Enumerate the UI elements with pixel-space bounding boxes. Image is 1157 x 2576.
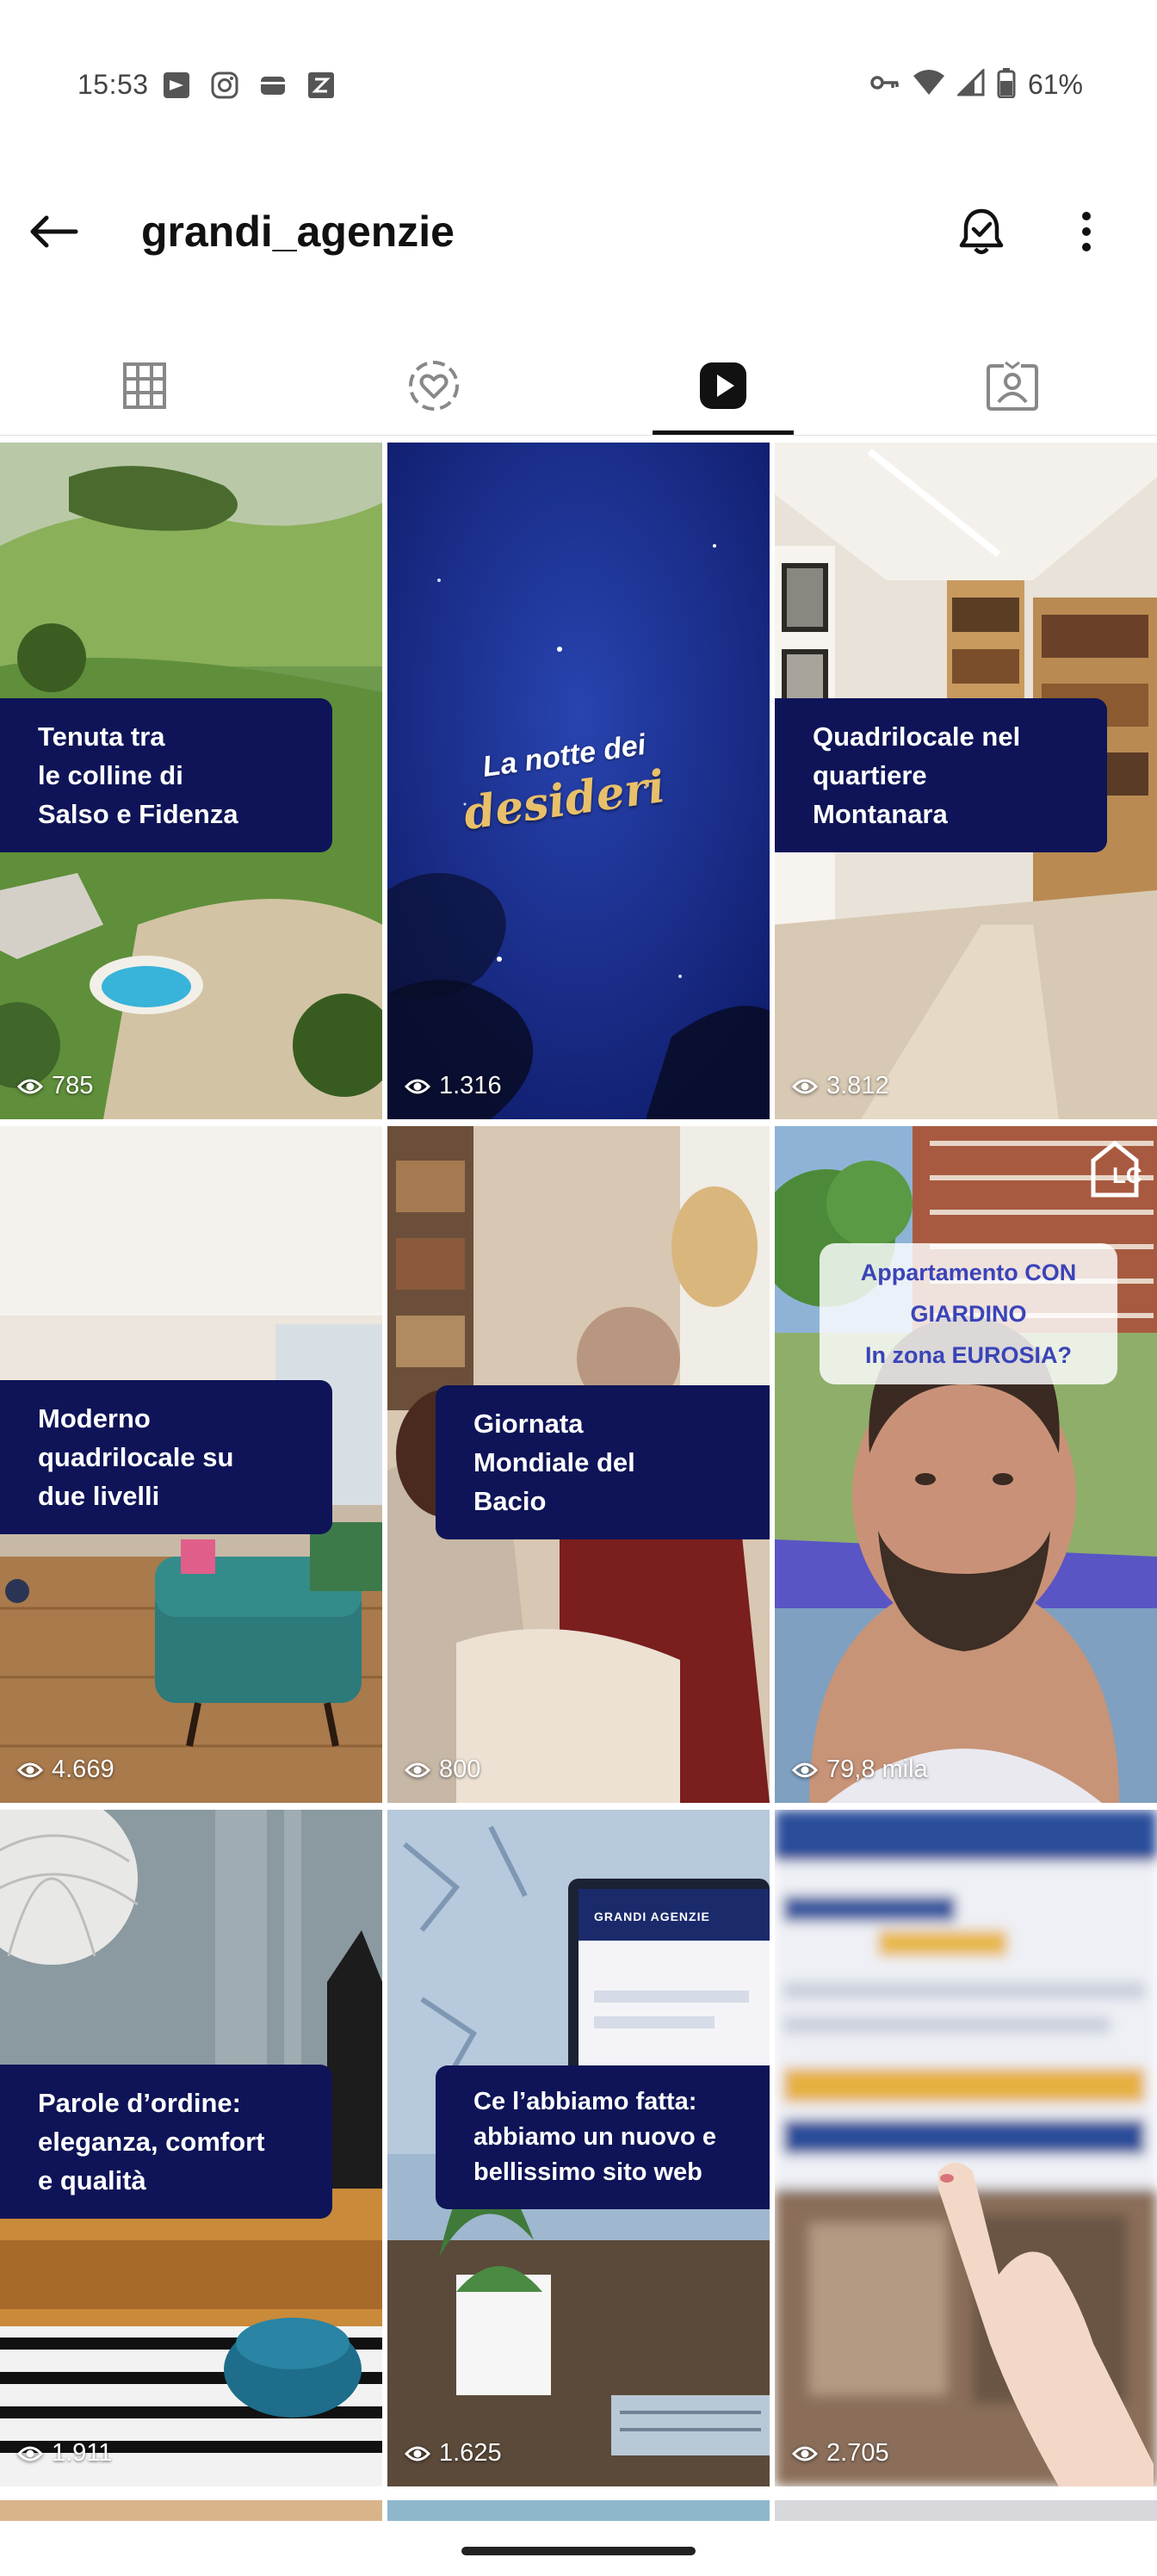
view-count: 800 xyxy=(405,1756,480,1784)
back-arrow-icon xyxy=(30,215,78,248)
view-count-value: 1.911 xyxy=(52,2439,113,2467)
reel-tile[interactable]: Moderno quadrilocale su due livelli 4.66… xyxy=(0,1126,382,1803)
screen-brand: GRANDI AGENZIE xyxy=(594,1910,710,1923)
view-count-value: 2.705 xyxy=(826,2439,889,2467)
reel-tile[interactable]: Giornata Mondiale del Bacio 800 xyxy=(387,1126,770,1803)
eye-icon xyxy=(405,1079,430,1093)
reel-caption: Parole d’ordine: eleganza, comfort e qua… xyxy=(0,2065,332,2219)
view-count-value: 1.316 xyxy=(439,1072,502,1099)
status-time: 15:53 xyxy=(77,69,149,100)
reel-thumbnail xyxy=(775,1126,1157,1803)
tab-reels[interactable] xyxy=(578,336,868,436)
reel-caption: Tenuta tra le colline di Salso e Fidenza xyxy=(0,698,332,852)
view-count-value: 1.625 xyxy=(439,2439,502,2467)
back-button[interactable] xyxy=(19,201,88,262)
reel-tile[interactable]: Parole d’ordine: eleganza, comfort e qua… xyxy=(0,1810,382,2486)
eye-icon xyxy=(792,2446,818,2461)
view-count-value: 800 xyxy=(439,1756,481,1783)
notifications-button[interactable] xyxy=(947,201,1016,262)
wallet-icon xyxy=(257,69,289,102)
signal-icon xyxy=(956,67,985,101)
reel-tile[interactable]: La notte dei desideri 1.316 xyxy=(387,443,770,1119)
agency-logo: LC xyxy=(1112,1162,1142,1188)
bell-check-icon xyxy=(959,208,1004,255)
app-header: grandi_agenzie xyxy=(0,172,1157,293)
reel-overlay-bubble: Appartamento CON GIARDINO In zona EUROSI… xyxy=(820,1243,1117,1384)
reel-tile[interactable]: 2.705 xyxy=(775,1810,1157,2486)
view-count: 3.812 xyxy=(792,1072,889,1100)
eye-icon xyxy=(17,2446,43,2461)
view-count-value: 3.812 xyxy=(826,1072,889,1099)
view-count-value: 785 xyxy=(52,1072,94,1099)
reel-tile[interactable]: Quadrilocale nel quartiere Montanara 3.8… xyxy=(775,443,1157,1119)
tagged-icon xyxy=(987,361,1038,411)
news-icon xyxy=(160,69,193,102)
view-count: 4.669 xyxy=(17,1756,114,1784)
z-app-icon xyxy=(305,69,337,102)
reel-tile[interactable]: GRANDI AGENZIE Ce l’abbiamo fatta: abbia… xyxy=(387,1810,770,2486)
battery-percent: 61% xyxy=(1027,69,1083,100)
eye-icon xyxy=(17,1762,43,1777)
profile-username: grandi_agenzie xyxy=(141,207,455,256)
status-bar: 15:53 61% xyxy=(0,0,1157,172)
view-count: 1.316 xyxy=(405,1072,502,1100)
view-count-value: 79,8 mila xyxy=(826,1756,928,1783)
view-count: 1.625 xyxy=(405,2439,502,2468)
eye-icon xyxy=(405,2446,430,2461)
view-count: 785 xyxy=(17,1072,93,1100)
reel-thumbnail xyxy=(775,1810,1157,2486)
tab-highlights[interactable] xyxy=(289,336,578,436)
profile-tabs xyxy=(0,336,1157,436)
key-icon xyxy=(869,70,900,100)
tab-posts[interactable] xyxy=(0,336,289,436)
eye-icon xyxy=(17,1079,43,1093)
eye-icon xyxy=(792,1079,818,1093)
wifi-icon xyxy=(913,69,945,101)
view-count-value: 4.669 xyxy=(52,1756,114,1783)
instagram-icon xyxy=(208,69,241,102)
gesture-nav-bar[interactable] xyxy=(461,2547,696,2555)
reel-tile[interactable]: Tenuta tra le colline di Salso e Fidenza… xyxy=(0,443,382,1119)
reel-tile[interactable]: LC Appartamento CON GIARDINO In zona EUR… xyxy=(775,1126,1157,1803)
view-count: 1.911 xyxy=(17,2439,112,2468)
next-row-peek xyxy=(0,2500,1157,2521)
status-right: 61% xyxy=(869,67,1083,102)
eye-icon xyxy=(792,1762,818,1777)
view-count: 79,8 mila xyxy=(792,1756,928,1784)
more-options-button[interactable] xyxy=(1052,201,1121,262)
more-vertical-icon xyxy=(1082,212,1091,251)
reel-caption: Moderno quadrilocale su due livelli xyxy=(0,1380,332,1534)
eye-icon xyxy=(405,1762,430,1777)
active-tab-indicator xyxy=(653,430,794,435)
grid-icon xyxy=(123,362,166,409)
tab-tagged[interactable] xyxy=(868,336,1157,436)
reel-caption: Giornata Mondiale del Bacio xyxy=(436,1385,770,1539)
reels-icon xyxy=(700,362,746,409)
reel-caption: Ce l’abbiamo fatta: abbiamo un nuovo e b… xyxy=(436,2065,770,2209)
battery-icon xyxy=(997,67,1016,102)
highlights-icon xyxy=(409,361,459,411)
view-count: 2.705 xyxy=(792,2439,889,2468)
reel-caption: Quadrilocale nel quartiere Montanara xyxy=(775,698,1107,852)
status-app-icons xyxy=(160,69,337,102)
